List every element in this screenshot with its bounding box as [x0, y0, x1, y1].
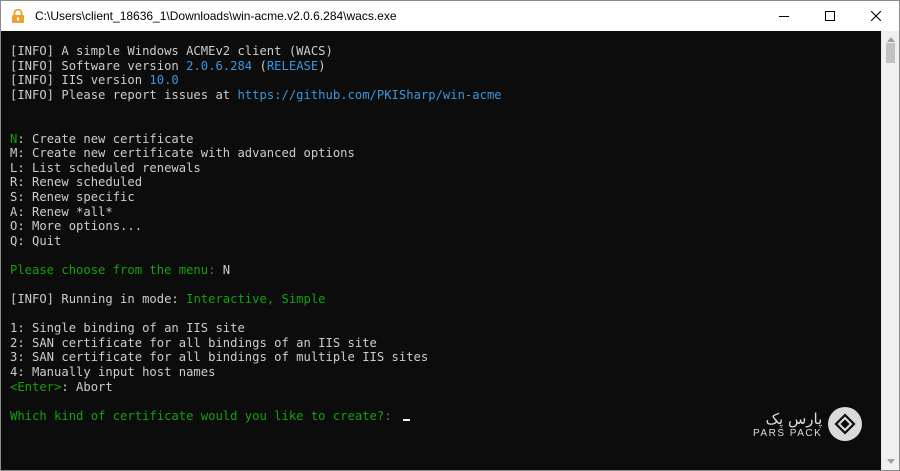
vertical-scrollbar[interactable] [881, 31, 899, 470]
close-button[interactable] [853, 1, 899, 31]
watermark-persian: پارس پک [765, 409, 823, 428]
console-line: [INFO] A simple Windows ACMEv2 client (W… [10, 44, 502, 59]
console-text-segment: 2: SAN certificate for all bindings of a… [10, 335, 377, 350]
console-text-segment: A: Renew *all* [10, 204, 113, 219]
console-line: N: Create new certificate [10, 132, 502, 147]
console-text-segment: M: Create new certificate with advanced … [10, 146, 355, 161]
console-text-segment: Which kind of certificate would you like… [10, 408, 399, 423]
console-text-segment: L: List scheduled renewals [10, 160, 201, 175]
maximize-button[interactable] [807, 1, 853, 31]
console-line: S: Renew specific [10, 190, 502, 205]
maximize-icon [825, 11, 835, 21]
window-title: C:\Users\client_18636_1\Downloads\win-ac… [35, 9, 397, 23]
title-bar[interactable]: C:\Users\client_18636_1\Downloads\win-ac… [1, 1, 899, 31]
diamond-logo-icon [828, 407, 863, 441]
console-text-segment: 3: SAN certificate for all bindings of m… [10, 350, 429, 365]
arrow-down-icon [886, 459, 895, 464]
console-text-segment: [INFO] A simple Windows ACMEv2 client (W… [10, 44, 333, 58]
console-text-segment: 4: Manually input host names [10, 365, 216, 380]
console-line: <Enter>: Abort [10, 380, 502, 395]
watermark-english: PARS PACK [753, 427, 823, 439]
console-line: [INFO] Software version 2.0.6.284 (RELEA… [10, 59, 502, 74]
console-line: L: List scheduled renewals [10, 161, 502, 176]
console-output[interactable]: [INFO] A simple Windows ACMEv2 client (W… [1, 31, 881, 470]
console-text-segment: N [222, 262, 231, 277]
console-text: [INFO] A simple Windows ACMEv2 client (W… [10, 44, 502, 423]
parspack-watermark: پارس پک PARS PACK [753, 399, 863, 449]
console-line: O: More options... [10, 219, 502, 234]
close-icon [871, 11, 881, 21]
console-line: [INFO] IIS version 10.0 [10, 73, 502, 88]
watermark-text: پارس پک PARS PACK [753, 410, 822, 439]
console-text-segment: R: Renew scheduled [10, 175, 143, 190]
console-text-segment: [INFO] IIS version [10, 73, 150, 88]
console-line: 3: SAN certificate for all bindings of m… [10, 350, 502, 365]
console-text-segment: RELEASE [266, 58, 319, 73]
console-line: 1: Single binding of an IIS site [10, 321, 502, 336]
console-window: C:\Users\client_18636_1\Downloads\win-ac… [0, 0, 900, 471]
console-text-segment: [INFO] Please report issues at [10, 87, 238, 102]
console-text-segment: O: More options... [10, 219, 143, 234]
console-text-segment: https://github.com/PKISharp/win-acme [237, 87, 502, 102]
console-line: Q: Quit [10, 234, 502, 249]
console-line: Please choose from the menu: N [10, 263, 502, 278]
console-line: [INFO] Running in mode: Interactive, Sim… [10, 292, 502, 307]
console-text-segment: Q: Quit [10, 233, 62, 248]
arrow-up-icon [886, 37, 895, 42]
text-cursor [402, 418, 410, 421]
console-line: R: Renew scheduled [10, 175, 502, 190]
console-text-segment: Please choose from the menu: [10, 262, 223, 277]
console-line: M: Create new certificate with advanced … [10, 146, 502, 161]
console-text-segment: 10.0 [149, 73, 179, 88]
console-text-segment: ( [252, 58, 267, 73]
console-text-segment: Interactive, Simple [186, 292, 326, 307]
window-controls [761, 1, 899, 31]
console-line: A: Renew *all* [10, 205, 502, 220]
console-text-segment: [INFO] Running in mode: [10, 292, 187, 307]
console-text-segment: 2.0.6.284 [186, 58, 253, 73]
console-text-segment: : Abort [61, 379, 113, 394]
minimize-button[interactable] [761, 1, 807, 31]
console-line: Which kind of certificate would you like… [10, 409, 502, 424]
scroll-down-button[interactable] [882, 453, 899, 470]
console-line: 2: SAN certificate for all bindings of a… [10, 336, 502, 351]
console-line: 4: Manually input host names [10, 365, 502, 380]
console-text-segment: 1: Single binding of an IIS site [10, 321, 245, 336]
console-text-segment: <Enter> [10, 379, 62, 394]
console-line: [INFO] Please report issues at https://g… [10, 88, 502, 103]
console-text-segment: S: Renew specific [10, 189, 135, 204]
minimize-icon [779, 16, 789, 17]
lock-icon [12, 9, 24, 23]
console-text-segment: : Create new certificate [17, 131, 194, 146]
console-text-segment: ) [318, 58, 326, 73]
console-text-segment: [INFO] Software version [10, 58, 187, 73]
scrollbar-thumb[interactable] [886, 43, 895, 63]
